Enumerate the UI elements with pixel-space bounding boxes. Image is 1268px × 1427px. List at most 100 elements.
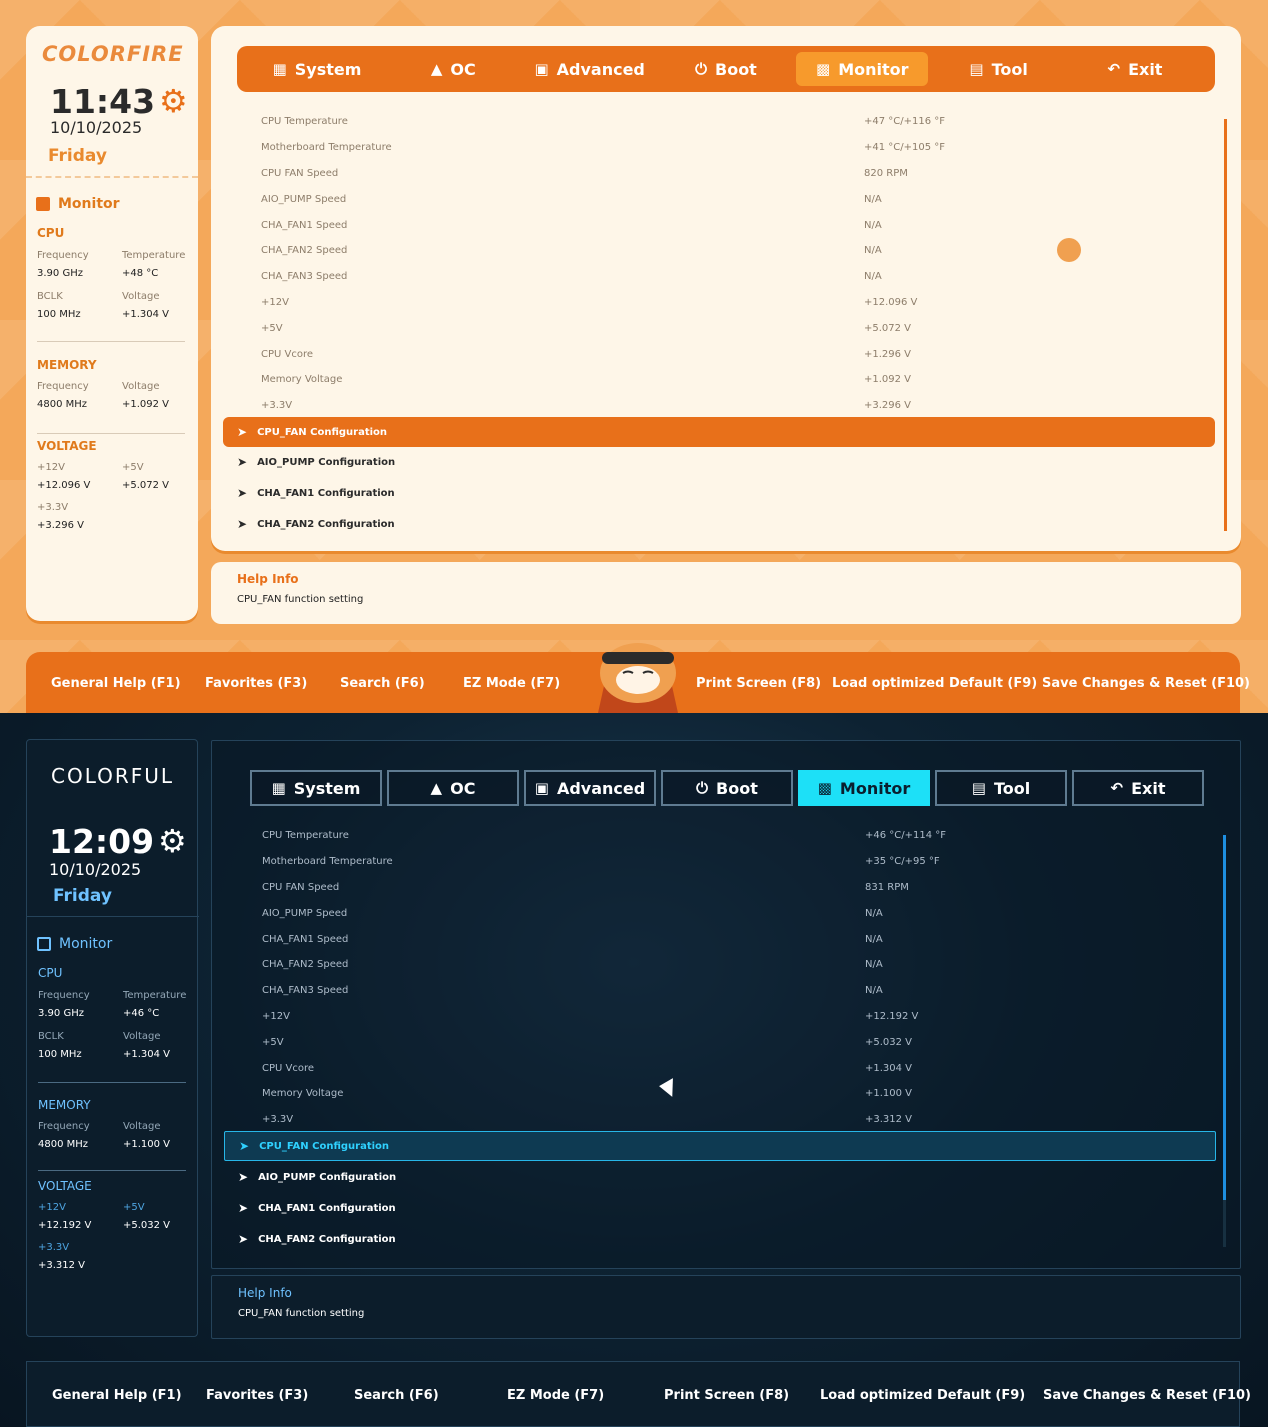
v12-label: +12V bbox=[38, 1202, 66, 1213]
tab-system[interactable]: ▦ System bbox=[250, 770, 382, 806]
list-item: CPU Temperature +46 °C/+114 °F bbox=[262, 830, 947, 842]
brand-logo: COLORFUL bbox=[51, 764, 175, 788]
cha-fan1-config-item[interactable]: ➤ CHA_FAN1 Configuration bbox=[223, 478, 1215, 508]
chevron-right-icon: ➤ bbox=[237, 517, 248, 531]
memory-frequency-value: 4800 MHz bbox=[38, 1139, 89, 1150]
tab-advanced[interactable]: ▣ Advanced bbox=[524, 770, 656, 806]
cpu-voltage-value: +1.304 V bbox=[122, 309, 170, 320]
scrollbar[interactable] bbox=[1223, 835, 1226, 1200]
reply-icon: ↶ bbox=[1107, 60, 1121, 78]
memory-heading: MEMORY bbox=[38, 1098, 91, 1112]
general-help-button[interactable]: General Help (F1) bbox=[52, 1388, 182, 1403]
cha-fan1-config-item[interactable]: ➤ CHA_FAN1 Configuration bbox=[224, 1193, 1216, 1223]
cpu-temperature-label: Temperature bbox=[123, 990, 187, 1001]
divider bbox=[38, 1082, 186, 1083]
top-nav: ▦ System ▲ OC ▣ Advanced ⏻ Boot ▩ Monitor ▤ To… bbox=[250, 765, 1204, 811]
gear-icon[interactable]: ⚙ bbox=[158, 822, 187, 860]
search-button[interactable]: Search (F6) bbox=[354, 1388, 439, 1403]
memory-voltage-value: +1.092 V bbox=[122, 399, 170, 410]
sidebar: COLORFIRE 11:43 ⚙ 10/10/2025 Friday Monit… bbox=[26, 26, 198, 621]
list-item: +5V +5.032 V bbox=[262, 1036, 913, 1048]
aio-pump-config-item[interactable]: ➤ AIO_PUMP Configuration bbox=[223, 447, 1215, 477]
power-icon: ⏻ bbox=[696, 779, 709, 797]
memory-frequency-label: Frequency bbox=[37, 381, 89, 392]
tab-monitor[interactable]: ▩ Monitor bbox=[796, 52, 929, 86]
list-item: AIO_PUMP Speed N/A bbox=[261, 193, 882, 205]
scrollbar[interactable] bbox=[1224, 119, 1227, 531]
list-item: +12V +12.096 V bbox=[261, 296, 918, 308]
v5-value: +5.032 V bbox=[123, 1220, 171, 1231]
cha-fan2-config-item[interactable]: ➤ CHA_FAN2 Configuration bbox=[224, 1224, 1216, 1254]
tab-exit[interactable]: ↶ Exit bbox=[1069, 52, 1201, 86]
general-help-button[interactable]: General Help (F1) bbox=[51, 676, 181, 691]
monitor-list: CPU Temperature +46 °C/+114 °F Motherboar… bbox=[262, 823, 962, 1133]
search-button[interactable]: Search (F6) bbox=[340, 676, 425, 691]
help-title: Help Info bbox=[238, 1286, 292, 1300]
rocket-icon: ▲ bbox=[430, 60, 443, 78]
print-screen-button[interactable]: Print Screen (F8) bbox=[696, 676, 821, 691]
tab-oc[interactable]: ▲ OC bbox=[387, 770, 519, 806]
tab-monitor[interactable]: ▩ Monitor bbox=[798, 770, 930, 806]
divider bbox=[27, 916, 199, 917]
cpu-fan-config-item[interactable]: ➤ CPU_FAN Configuration bbox=[224, 1131, 1216, 1161]
cpu-frequency-value: 3.90 GHz bbox=[38, 1008, 84, 1019]
weekday: Friday bbox=[48, 146, 107, 166]
chevron-right-icon: ➤ bbox=[237, 425, 248, 439]
gear-icon[interactable]: ⚙ bbox=[159, 82, 188, 120]
rocket-icon: ▲ bbox=[430, 779, 443, 797]
chevron-right-icon: ➤ bbox=[238, 1232, 249, 1246]
list-item: CHA_FAN1 Speed N/A bbox=[261, 219, 882, 231]
list-item: AIO_PUMP Speed N/A bbox=[262, 907, 883, 919]
ez-mode-button[interactable]: EZ Mode (F7) bbox=[507, 1388, 604, 1403]
list-item: CHA_FAN2 Speed N/A bbox=[262, 959, 883, 971]
tab-system[interactable]: ▦ System bbox=[251, 52, 383, 86]
save-reset-button[interactable]: Save Changes & Reset (F10) bbox=[1043, 1388, 1251, 1403]
load-default-button[interactable]: Load optimized Default (F9) bbox=[832, 676, 1037, 691]
favorites-button[interactable]: Favorites (F3) bbox=[206, 1388, 308, 1403]
chevron-right-icon: ➤ bbox=[238, 1170, 249, 1184]
cpu-voltage-value: +1.304 V bbox=[123, 1049, 171, 1060]
monitor-heading: Monitor bbox=[36, 196, 120, 212]
cpu-fan-config-item[interactable]: ➤ CPU_FAN Configuration bbox=[223, 417, 1215, 447]
v12-label: +12V bbox=[37, 462, 65, 473]
cpu-temperature-label: Temperature bbox=[122, 250, 186, 261]
list-item: Memory Voltage +1.092 V bbox=[261, 374, 912, 386]
aio-pump-config-item[interactable]: ➤ AIO_PUMP Configuration bbox=[224, 1162, 1216, 1192]
date: 10/10/2025 bbox=[50, 118, 143, 137]
memory-heading: MEMORY bbox=[37, 358, 97, 372]
list-item: Memory Voltage +1.100 V bbox=[262, 1088, 913, 1100]
list-item: CPU Vcore +1.304 V bbox=[262, 1062, 913, 1074]
tab-exit[interactable]: ↶ Exit bbox=[1072, 770, 1204, 806]
cpu-temperature-value: +46 °C bbox=[123, 1008, 160, 1019]
tab-tool[interactable]: ▤ Tool bbox=[933, 52, 1065, 86]
memory-frequency-value: 4800 MHz bbox=[37, 399, 88, 410]
tab-advanced[interactable]: ▣ Advanced bbox=[524, 52, 656, 86]
memory-voltage-label: Voltage bbox=[122, 381, 160, 392]
list-item: CHA_FAN1 Speed N/A bbox=[262, 933, 883, 945]
main-panel: ▦ System ▲ OC ▣ Advanced ⏻ Boot ▩ Monitor ▤ To… bbox=[211, 26, 1241, 551]
clock-time: 11:43 bbox=[50, 82, 156, 121]
v33-value: +3.296 V bbox=[37, 520, 85, 531]
monitor-heading: Monitor bbox=[37, 936, 112, 952]
divider bbox=[37, 341, 185, 342]
list-item: +3.3V +3.312 V bbox=[262, 1114, 913, 1126]
load-default-button[interactable]: Load optimized Default (F9) bbox=[820, 1388, 1025, 1403]
cpu-temperature-value: +48 °C bbox=[122, 268, 159, 279]
cha-fan2-config-item[interactable]: ➤ CHA_FAN2 Configuration bbox=[223, 509, 1215, 539]
print-screen-button[interactable]: Print Screen (F8) bbox=[664, 1388, 789, 1403]
save-reset-button[interactable]: Save Changes & Reset (F10) bbox=[1042, 676, 1250, 691]
v5-label: +5V bbox=[123, 1202, 145, 1213]
cpu-bclk-label: BCLK bbox=[38, 1031, 64, 1042]
cpu-heading: CPU bbox=[37, 226, 65, 240]
tab-tool[interactable]: ▤ Tool bbox=[935, 770, 1067, 806]
cpu-bclk-value: 100 MHz bbox=[38, 1049, 82, 1060]
favorites-button[interactable]: Favorites (F3) bbox=[205, 676, 307, 691]
tab-boot[interactable]: ⏻ Boot bbox=[661, 770, 793, 806]
ez-mode-button[interactable]: EZ Mode (F7) bbox=[463, 676, 560, 691]
tab-oc[interactable]: ▲ OC bbox=[387, 52, 519, 86]
chevron-right-icon: ➤ bbox=[238, 1201, 249, 1215]
toolbox-icon: ▤ bbox=[969, 60, 984, 78]
list-item: +5V +5.072 V bbox=[261, 322, 912, 334]
tab-boot[interactable]: ⏻ Boot bbox=[660, 52, 792, 86]
dark-theme-screen: COLORFUL 12:09 ⚙ 10/10/2025 Friday Monito… bbox=[0, 713, 1268, 1427]
